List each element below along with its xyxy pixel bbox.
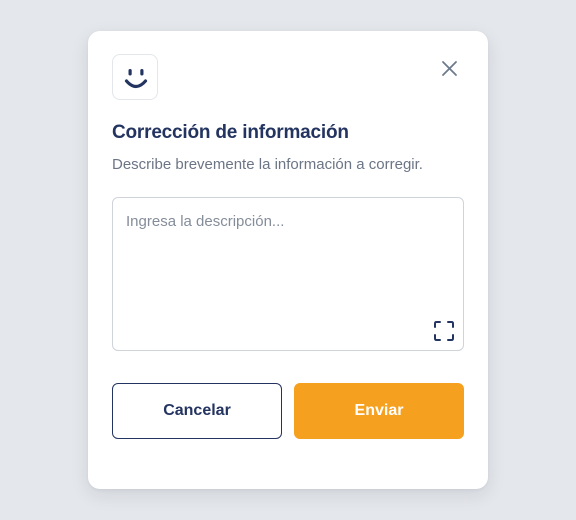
close-button[interactable] xyxy=(437,57,461,81)
dialog-title: Corrección de información xyxy=(112,122,349,143)
correction-dialog: Corrección de información Describe breve… xyxy=(88,31,488,489)
dialog-subtitle: Describe brevemente la información a cor… xyxy=(112,156,423,173)
send-button[interactable]: Enviar xyxy=(294,383,464,439)
smiley-icon xyxy=(124,69,148,89)
cancel-button[interactable]: Cancelar xyxy=(112,383,282,439)
close-icon xyxy=(442,61,457,76)
brand-logo xyxy=(112,54,158,100)
description-input[interactable] xyxy=(113,198,463,350)
expand-icon[interactable] xyxy=(433,320,455,342)
description-field xyxy=(112,197,464,351)
